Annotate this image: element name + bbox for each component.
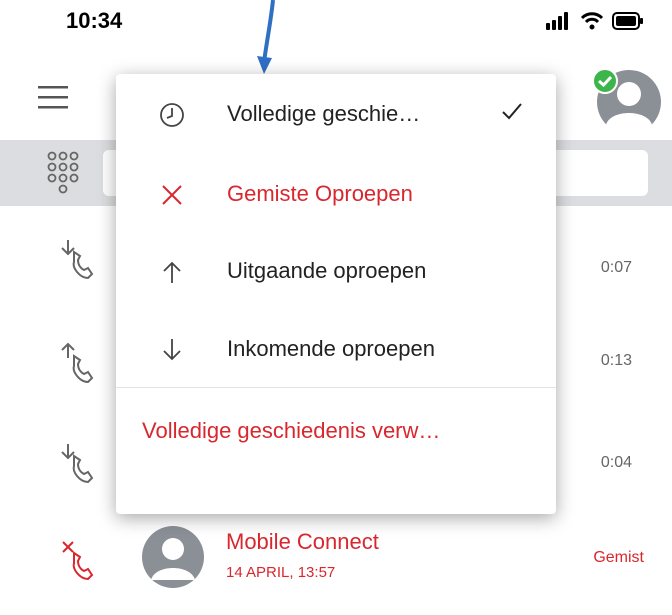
contact-name: Mobile Connect — [226, 529, 379, 554]
clear-history-label: Volledige geschiedenis verw… — [142, 418, 441, 443]
status-icons — [546, 12, 644, 30]
call-row[interactable]: Mobile Connect 14 APRIL, 13:57 Gemist — [0, 515, 672, 615]
call-duration: 0:04 — [600, 454, 632, 471]
missed-status: Gemist — [593, 549, 644, 566]
missed-call-icon — [62, 541, 94, 581]
clear-history-button[interactable]: Volledige geschiedenis verw… — [116, 394, 556, 464]
menu-item-label: Gemiste Oproepen — [227, 181, 413, 206]
contact-avatar — [142, 526, 204, 588]
menu-item-label: Uitgaande oproepen — [227, 258, 427, 283]
battery-icon — [612, 12, 643, 30]
outgoing-call-icon — [61, 342, 94, 384]
status-time: 10:34 — [66, 8, 123, 33]
clock-icon — [160, 103, 184, 127]
checkmark-icon — [502, 103, 522, 120]
hamburger-icon[interactable] — [38, 84, 68, 110]
menu-item-label: Inkomende oproepen — [227, 336, 435, 361]
menu-item-label: Volledige geschie… — [227, 101, 421, 126]
menu-item-full-history[interactable]: Volledige geschie… — [116, 79, 556, 149]
close-x-icon — [162, 185, 182, 205]
menu-item-incoming-calls[interactable]: Inkomende oproepen — [116, 314, 556, 384]
arrow-up-icon — [163, 261, 181, 283]
incoming-call-icon — [61, 444, 94, 484]
call-date: 14 APRIL, 13:57 — [226, 564, 336, 581]
wifi-icon — [580, 12, 604, 30]
menu-divider — [116, 387, 556, 388]
dialpad-icon[interactable] — [46, 150, 80, 194]
menu-item-outgoing-calls[interactable]: Uitgaande oproepen — [116, 236, 556, 306]
menu-item-missed-calls[interactable]: Gemiste Oproepen — [116, 159, 556, 229]
status-bar: 10:34 — [0, 0, 672, 50]
call-duration: 0:07 — [600, 259, 632, 276]
available-check-icon — [592, 68, 618, 94]
call-duration: 0:13 — [600, 352, 632, 369]
signal-icon — [546, 12, 568, 30]
incoming-call-icon — [61, 240, 94, 280]
arrow-down-icon — [163, 339, 181, 361]
filter-menu: Volledige geschie… Gemiste Oproepen Uitg… — [116, 74, 556, 514]
